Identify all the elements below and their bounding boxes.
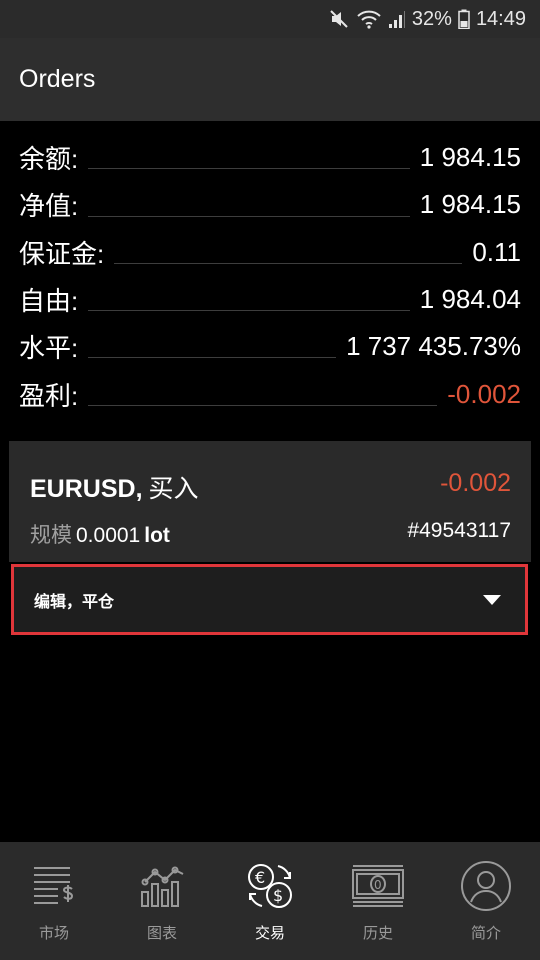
svg-text:0: 0: [374, 878, 382, 892]
tab-label: 市场: [38, 925, 69, 942]
edit-close-dropdown[interactable]: 编辑，平仓: [11, 564, 528, 635]
battery-percent: 32%: [411, 7, 452, 30]
tab-label: 交易: [254, 925, 285, 942]
summary-label: 余额:: [19, 144, 79, 175]
summary-row-margin: 保证金: 0.11: [0, 229, 540, 276]
leader-line: [88, 310, 410, 312]
summary-row-margin-level: 水平: 1 737 435.73%: [0, 323, 540, 370]
mute-icon: [328, 8, 350, 30]
tab-market[interactable]: 市场: [0, 842, 108, 960]
tab-label: 简介: [470, 925, 501, 942]
leader-line: [88, 215, 410, 217]
order-profit: -0.002: [440, 469, 511, 497]
summary-row-balance: 余额: 1 984.15: [0, 134, 540, 181]
leader-line: [88, 404, 438, 406]
svg-text:€: €: [255, 868, 265, 887]
volume-unit: lot: [144, 524, 170, 547]
tab-profile[interactable]: 简介: [432, 842, 540, 960]
currency-exchange-icon: € $: [242, 858, 298, 914]
tab-chart[interactable]: 图表: [108, 842, 216, 960]
order-symbol: EURUSD,: [30, 475, 143, 503]
tab-trade[interactable]: € $ 交易: [216, 842, 324, 960]
app-bar: Orders: [0, 38, 540, 121]
leader-line: [114, 262, 463, 264]
chart-icon: [134, 858, 190, 914]
account-summary: 余额: 1 984.15 净值: 1 984.15 保证金: 0.11 自由: …: [0, 134, 540, 418]
market-list-dollar-icon: [26, 858, 82, 914]
summary-label: 盈利:: [19, 380, 79, 411]
clock: 14:49: [475, 7, 526, 30]
summary-value: 1 984.15: [419, 142, 521, 173]
order-card[interactable]: EURUSD, 买入 -0.002 规模 0.0001 lot #49543117: [9, 441, 531, 562]
banknote-icon: 0: [350, 858, 406, 914]
summary-label: 自由:: [19, 286, 79, 317]
summary-label: 净值:: [19, 191, 79, 222]
summary-value: 1 984.15: [419, 189, 521, 220]
summary-label: 水平:: [19, 333, 79, 364]
summary-row-equity: 净值: 1 984.15: [0, 181, 540, 228]
tab-label: 历史: [362, 925, 393, 942]
summary-value: -0.002: [447, 378, 521, 409]
order-ticket: #49543117: [407, 519, 511, 542]
profile-icon: [458, 858, 514, 914]
volume-value: 0.0001: [76, 524, 141, 547]
summary-row-profit: 盈利: -0.002: [0, 370, 540, 417]
svg-text:$: $: [273, 886, 283, 905]
order-symbol-line: EURUSD, 买入: [30, 469, 199, 505]
summary-label: 保证金:: [19, 238, 105, 269]
volume-label: 规模: [30, 524, 72, 547]
status-bar: 32% 14:49: [0, 0, 540, 38]
order-side: 买入: [148, 475, 199, 503]
leader-line: [88, 168, 410, 170]
tab-label: 图表: [146, 925, 177, 942]
summary-row-free-margin: 自由: 1 984.04: [0, 276, 540, 323]
edit-close-label: 编辑，平仓: [34, 593, 115, 611]
tab-history[interactable]: 0 历史: [324, 842, 432, 960]
chevron-down-icon: [483, 594, 501, 605]
summary-value: 0.11: [472, 236, 521, 267]
summary-value: 1 984.04: [419, 284, 521, 315]
order-volume-line: 规模 0.0001 lot: [30, 519, 170, 549]
summary-value: 1 737 435.73%: [346, 331, 521, 362]
signal-icon: [388, 9, 406, 29]
battery-icon: [458, 9, 470, 29]
bottom-tab-bar: 市场 图表 € $ 交易 0 历史 简介: [0, 842, 540, 960]
page-title: Orders: [19, 65, 96, 93]
leader-line: [88, 357, 337, 359]
wifi-icon: [356, 8, 382, 30]
